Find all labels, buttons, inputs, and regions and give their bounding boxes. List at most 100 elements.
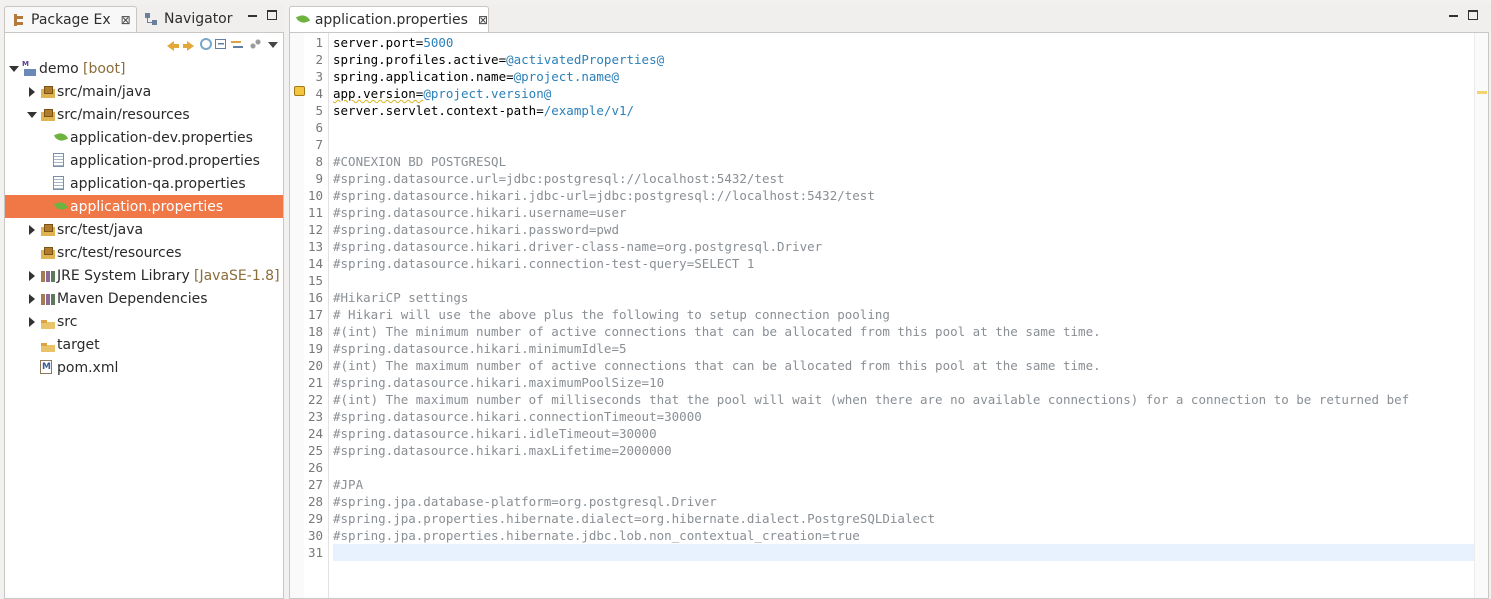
text-file-icon bbox=[53, 176, 64, 190]
tree-item[interactable]: src/test/resources bbox=[5, 241, 283, 264]
comment-token: #(int) The minimum number of active conn… bbox=[333, 324, 1101, 339]
view-menu-chevron-down-icon[interactable] bbox=[265, 37, 279, 51]
folder-icon bbox=[40, 337, 56, 352]
tree-item[interactable]: src/test/java bbox=[5, 218, 283, 241]
package-explorer-icon bbox=[11, 12, 25, 27]
expanded-chevron-icon[interactable] bbox=[9, 64, 19, 74]
tree-item[interactable]: src bbox=[5, 310, 283, 333]
collapsed-chevron-icon[interactable] bbox=[27, 225, 37, 235]
tree-item[interactable]: application-qa.properties bbox=[5, 172, 283, 195]
tree-item[interactable]: JRE System Library [JavaSE-1.8] bbox=[5, 264, 283, 287]
line-number: 3 bbox=[315, 69, 323, 84]
collapsed-chevron-icon[interactable] bbox=[27, 271, 37, 281]
tree-item-label: pom.xml bbox=[57, 359, 119, 376]
line-number: 31 bbox=[307, 545, 323, 560]
tab-package-explorer-label: Package Ex bbox=[31, 11, 111, 28]
tree-item-label: target bbox=[57, 336, 100, 353]
tree-item[interactable]: src/main/java bbox=[5, 80, 283, 103]
package-folder-icon bbox=[40, 84, 56, 99]
line-number: 14 bbox=[307, 256, 323, 271]
collapsed-chevron-icon[interactable] bbox=[27, 87, 37, 97]
code-line: server.servlet.context-path=/example/v1/ bbox=[333, 102, 1477, 119]
tree-item[interactable]: demo[boot] bbox=[5, 57, 283, 80]
overview-ruler bbox=[1474, 33, 1488, 598]
tree-item-label: application.properties bbox=[70, 198, 224, 215]
text-editor[interactable]: 1 2 3 4 5 6 7 8 9 10 11 12 13 14 15 16 17 18 19 20 21 22 23 24 2… bbox=[289, 32, 1489, 599]
line-number: 1 bbox=[315, 35, 323, 50]
code-line: #(int) The minimum number of active conn… bbox=[333, 323, 1477, 340]
line-number: 15 bbox=[307, 273, 323, 288]
minimize-icon[interactable] bbox=[1449, 15, 1458, 17]
line-number: 16 bbox=[307, 290, 323, 305]
line-number: 20 bbox=[307, 358, 323, 373]
tab-package-explorer[interactable]: Package Ex ⊠ bbox=[4, 6, 137, 32]
close-tab-icon[interactable]: ⊠ bbox=[121, 13, 131, 27]
link-with-editor-icon[interactable] bbox=[229, 37, 245, 51]
comment-token: #spring.datasource.url=jdbc:postgresql:/… bbox=[333, 171, 785, 186]
tree-item[interactable]: src/main/resources bbox=[5, 103, 283, 126]
comment-token: #spring.datasource.hikari.username=user bbox=[333, 205, 627, 220]
comment-token: #spring.datasource.hikari.maxLifetime=20… bbox=[333, 443, 672, 458]
line-number: 12 bbox=[307, 222, 323, 237]
line-number: 30 bbox=[307, 528, 323, 543]
tree-item[interactable]: application-dev.properties bbox=[5, 126, 283, 149]
package-folder-icon bbox=[40, 222, 56, 237]
code-line: #spring.datasource.url=jdbc:postgresql:/… bbox=[333, 170, 1477, 187]
back-arrow-icon[interactable] bbox=[166, 37, 180, 51]
line-number: 2 bbox=[315, 52, 323, 67]
line-number: 29 bbox=[307, 511, 323, 526]
focus-icon[interactable] bbox=[248, 37, 262, 51]
navigator-icon bbox=[144, 12, 158, 26]
comment-token: #spring.datasource.hikari.maximumPoolSiz… bbox=[333, 375, 665, 390]
minimize-icon[interactable] bbox=[248, 15, 257, 17]
code-text-area[interactable]: server.port=5000 spring.profiles.active=@… bbox=[333, 34, 1477, 598]
collapsed-chevron-icon[interactable] bbox=[27, 317, 37, 327]
sync-icon[interactable] bbox=[200, 38, 212, 50]
close-tab-icon[interactable]: ⊠ bbox=[478, 13, 488, 27]
code-line: app.version=@project.version@ bbox=[333, 85, 1477, 102]
key-token: spring.profiles.active= bbox=[333, 52, 507, 67]
line-number: 26 bbox=[307, 460, 323, 475]
left-tab-bar: Package Ex ⊠ Navigator bbox=[4, 4, 284, 32]
tree-item-label: src bbox=[57, 313, 78, 330]
comment-token: # Hikari will use the above plus the fol… bbox=[333, 307, 890, 322]
comment-token: #spring.datasource.hikari.driver-class-n… bbox=[333, 239, 823, 254]
tree-item-label: src/main/resources bbox=[57, 106, 190, 123]
tree-item-decoration: [JavaSE-1.8] bbox=[194, 267, 280, 284]
code-line: #HikariCP settings bbox=[333, 289, 1477, 306]
tree-item[interactable]: Maven Dependencies bbox=[5, 287, 283, 310]
line-number: 5 bbox=[315, 103, 323, 118]
comment-token: #spring.jpa.properties.hibernate.jdbc.lo… bbox=[333, 528, 860, 543]
maximize-icon[interactable] bbox=[1468, 10, 1478, 20]
value-token: /example/v1/ bbox=[543, 103, 635, 118]
comment-token: #(int) The maximum number of active conn… bbox=[333, 358, 1101, 373]
line-number: 19 bbox=[307, 341, 323, 356]
code-line: #spring.datasource.hikari.maxLifetime=20… bbox=[333, 442, 1477, 459]
eclipse-window: Package Ex ⊠ Navigator demo[ bbox=[0, 0, 1491, 599]
package-explorer-body: demo[boot] src/main/java src/main/resource… bbox=[4, 32, 284, 599]
tree-item[interactable]: application.properties bbox=[5, 195, 283, 218]
tab-application-properties[interactable]: application.properties ⊠ bbox=[289, 6, 489, 32]
forward-arrow-icon[interactable] bbox=[183, 37, 197, 51]
ruler-divider bbox=[328, 33, 329, 598]
code-line bbox=[333, 544, 1477, 561]
tree-item[interactable]: application-prod.properties bbox=[5, 149, 283, 172]
tree-item-label: application-qa.properties bbox=[70, 175, 246, 192]
code-line: #spring.jpa.properties.hibernate.dialect… bbox=[333, 510, 1477, 527]
tree-item[interactable]: pom.xml bbox=[5, 356, 283, 379]
line-number: 27 bbox=[307, 477, 323, 492]
maximize-icon[interactable] bbox=[267, 10, 277, 20]
spring-leaf-icon bbox=[53, 199, 69, 214]
collapsed-chevron-icon[interactable] bbox=[27, 294, 37, 304]
line-number: 13 bbox=[307, 239, 323, 254]
code-line: #(int) The maximum number of active conn… bbox=[333, 357, 1477, 374]
code-line: #spring.datasource.hikari.idleTimeout=30… bbox=[333, 425, 1477, 442]
overview-warning-marker[interactable] bbox=[1477, 91, 1487, 94]
expanded-chevron-icon[interactable] bbox=[27, 110, 37, 120]
editor-tab-bar: application.properties ⊠ bbox=[289, 4, 1491, 32]
tab-navigator[interactable]: Navigator bbox=[140, 6, 240, 32]
tree-item[interactable]: target bbox=[5, 333, 283, 356]
collapse-all-icon[interactable] bbox=[215, 39, 226, 49]
